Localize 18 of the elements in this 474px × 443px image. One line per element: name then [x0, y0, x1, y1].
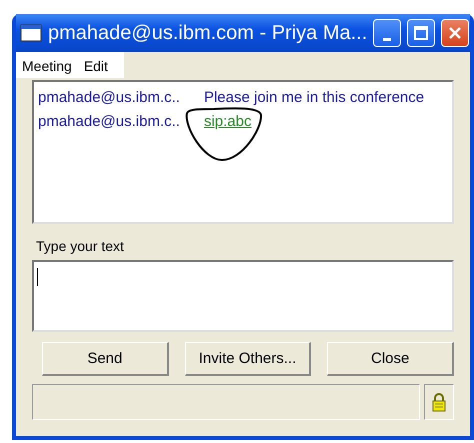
- close-button[interactable]: [441, 19, 470, 47]
- menu-item[interactable]: Meeting: [22, 58, 72, 74]
- window-title: pmahade@us.ibm.com - Priya Ma...: [48, 22, 368, 44]
- invite-button[interactable]: Invite Others...: [184, 342, 312, 376]
- message-input-field[interactable]: [32, 260, 454, 332]
- message-sender: pmahade@us.ibm.c..: [38, 88, 180, 108]
- message-sender: pmahade@us.ibm.c..: [38, 112, 180, 132]
- send-button[interactable]: Send: [42, 342, 169, 376]
- compose-label: Type your text: [36, 238, 124, 254]
- window-icon: [20, 24, 42, 42]
- minimize-icon: [383, 38, 392, 40]
- maximize-icon: [414, 26, 428, 40]
- message-text: Please join me in this conference: [204, 88, 424, 108]
- menu-item[interactable]: Edit: [84, 58, 108, 74]
- close-button[interactable]: Close: [327, 342, 454, 376]
- maximize-button[interactable]: [407, 19, 436, 47]
- close-icon: [449, 27, 462, 39]
- minimize-button[interactable]: [373, 19, 402, 47]
